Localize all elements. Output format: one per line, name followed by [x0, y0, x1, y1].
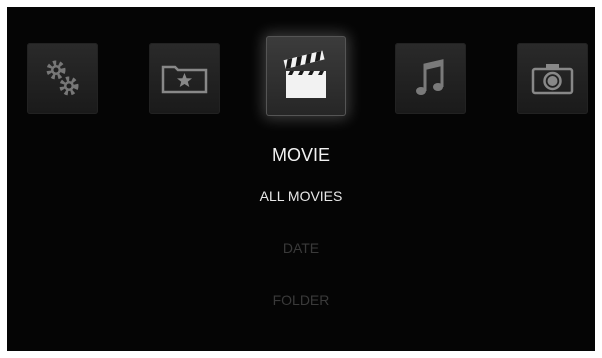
menu-item-all-movies[interactable]: ALL MOVIES — [7, 188, 595, 204]
photo-tile[interactable] — [517, 43, 588, 114]
settings-tile[interactable] — [27, 43, 98, 114]
category-bar — [7, 7, 595, 137]
menu-item-date[interactable]: DATE — [7, 240, 595, 256]
music-tile[interactable] — [395, 43, 466, 114]
favorites-folder-icon — [161, 65, 208, 94]
settings-gears-icon — [46, 60, 79, 96]
music-note-icon — [416, 59, 444, 95]
menu-item-folder[interactable]: FOLDER — [7, 292, 595, 308]
favorites-tile[interactable] — [149, 43, 220, 114]
movie-tile[interactable] — [266, 36, 346, 116]
movie-clapperboard-icon — [283, 50, 326, 98]
camera-icon — [531, 64, 574, 95]
section-title: MOVIE — [271, 145, 330, 165]
media-player-screen: MOVIE ALL MOVIES DATE FOLDER — [7, 7, 595, 351]
